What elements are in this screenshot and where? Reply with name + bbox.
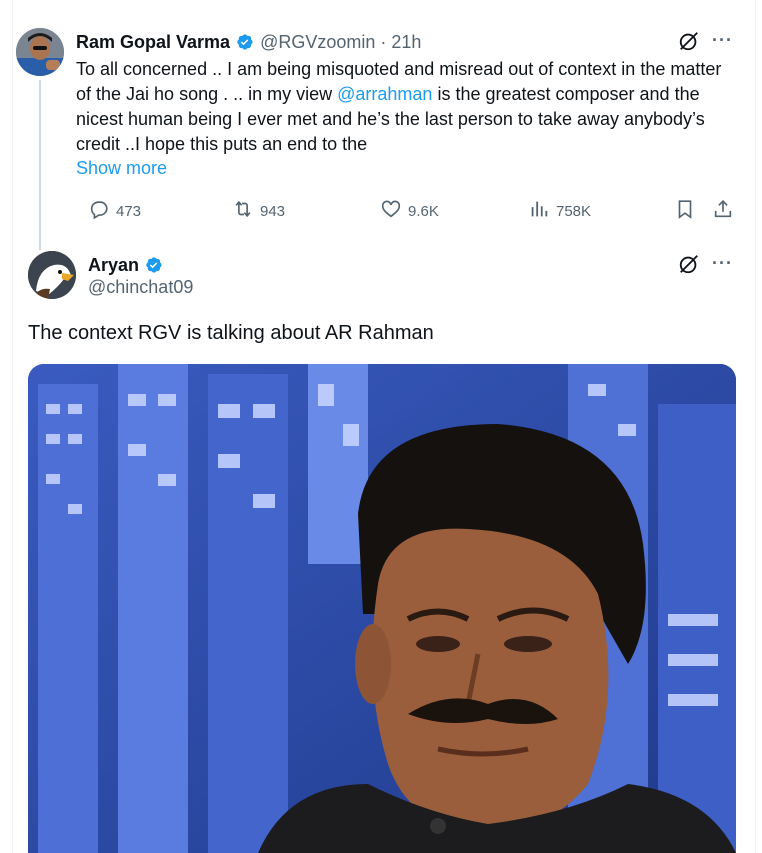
mention-link[interactable]: @arrahman	[337, 84, 432, 104]
bookmark-icon	[674, 198, 696, 224]
views-icon	[528, 198, 550, 224]
views-button[interactable]: 758K	[528, 198, 591, 224]
reply-button[interactable]: 473	[88, 198, 141, 224]
video-frame-image	[28, 364, 736, 853]
share-icon	[712, 198, 734, 224]
tweet-header: Aryan	[88, 253, 163, 277]
avatar[interactable]	[28, 251, 76, 299]
author-name[interactable]: Ram Gopal Varma	[76, 32, 230, 53]
thread-line	[39, 80, 41, 250]
video-thumbnail[interactable]	[28, 364, 736, 853]
grok-icon[interactable]	[678, 30, 700, 52]
tweet-text: The context RGV is talking about AR Rahm…	[28, 322, 434, 344]
bookmark-button[interactable]	[674, 198, 696, 224]
author-handle[interactable]: @chinchat09	[88, 277, 193, 298]
views-count: 758K	[556, 202, 592, 220]
timestamp[interactable]: 21h	[391, 32, 421, 53]
like-button[interactable]: 9.6K	[380, 198, 439, 224]
separator-dot: ·	[380, 31, 387, 52]
like-icon	[380, 198, 402, 224]
show-more-link[interactable]: Show more	[76, 158, 167, 179]
action-bar: 473 943 9.6K 758K	[76, 196, 736, 224]
parent-tweet[interactable]: Ram Gopal Varma @RGVzoomin · 21h ··· To …	[0, 0, 762, 250]
more-icon[interactable]: ···	[712, 30, 733, 51]
author-handle[interactable]: @RGVzoomin	[260, 32, 375, 53]
avatar[interactable]	[16, 28, 64, 76]
tweet-text: To all concerned .. I am being misquoted…	[76, 57, 736, 157]
tweet-header: Ram Gopal Varma @RGVzoomin · 21h	[76, 30, 421, 54]
verified-badge-icon	[234, 32, 254, 52]
grok-icon[interactable]	[678, 253, 700, 275]
like-count: 9.6K	[408, 202, 439, 220]
verified-badge-icon	[143, 255, 163, 275]
repost-icon	[232, 198, 254, 224]
repost-button[interactable]: 943	[232, 198, 285, 224]
reply-count: 473	[116, 202, 142, 220]
author-name[interactable]: Aryan	[88, 255, 139, 276]
repost-count: 943	[260, 202, 286, 220]
more-icon[interactable]: ···	[712, 253, 733, 274]
share-button[interactable]	[712, 198, 734, 224]
reply-icon	[88, 198, 110, 224]
